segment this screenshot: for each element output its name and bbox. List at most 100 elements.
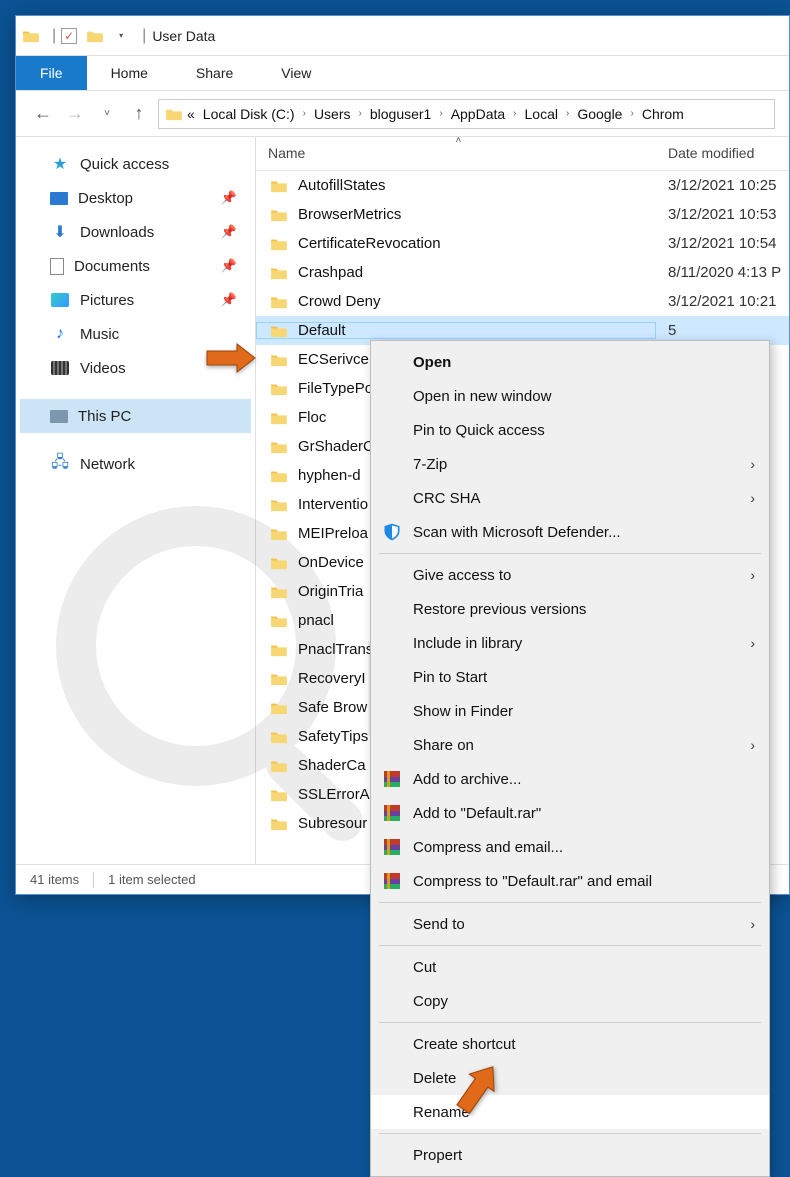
menu-compress-email[interactable]: Compress and email... [371, 830, 769, 864]
menu-label: Share on [413, 737, 474, 754]
folder-icon [270, 730, 288, 744]
nav-desktop[interactable]: Desktop 📌 [20, 181, 251, 215]
menu-compress-rar-email[interactable]: Compress to "Default.rar" and email [371, 864, 769, 898]
menu-open-new-window[interactable]: Open in new window [371, 379, 769, 413]
tab-share[interactable]: Share [172, 56, 257, 90]
menu-label: Copy [413, 993, 448, 1010]
folder-row[interactable]: CertificateRevocation3/12/2021 10:54 [256, 229, 789, 258]
window-title: User Data [152, 28, 215, 44]
submenu-arrow-icon: › [750, 635, 755, 651]
menu-label: Include in library [413, 635, 522, 652]
forward-button[interactable]: → [62, 101, 88, 127]
menu-pin-quick-access[interactable]: Pin to Quick access [371, 413, 769, 447]
breadcrumb-segment[interactable]: bloguser1 [370, 106, 432, 122]
menu-label: Cut [413, 959, 436, 976]
nav-downloads[interactable]: ⬇ Downloads 📌 [20, 215, 251, 249]
pin-icon: 📌 [221, 224, 237, 240]
menu-label: Propert [413, 1147, 462, 1164]
breadcrumb-segment[interactable]: Users [314, 106, 351, 122]
menu-add-archive[interactable]: Add to archive... [371, 762, 769, 796]
file-name: AutofillStates [298, 177, 386, 194]
menu-share-on[interactable]: Share on› [371, 728, 769, 762]
rar-icon [381, 768, 403, 790]
file-name: CertificateRevocation [298, 235, 441, 252]
folder-row[interactable]: AutofillStates 3/12/2021 10:25 [256, 171, 789, 200]
menu-copy[interactable]: Copy [371, 984, 769, 1018]
menu-show-finder[interactable]: Show in Finder [371, 694, 769, 728]
history-dropdown[interactable]: ˅ [94, 101, 120, 127]
title-bar: | ✓ ▾ | User Data [16, 16, 789, 56]
menu-label: Give access to [413, 567, 511, 584]
menu-label: Add to "Default.rar" [413, 805, 541, 822]
nav-music[interactable]: ♪ Music [20, 317, 251, 351]
tab-view[interactable]: View [257, 56, 335, 90]
menu-divider [379, 1022, 761, 1023]
menu-open[interactable]: Open [371, 345, 769, 379]
submenu-arrow-icon: › [750, 567, 755, 583]
column-date[interactable]: Date modified [656, 137, 789, 170]
file-date: 3/12/2021 10:21 [656, 293, 789, 310]
breadcrumb-segment[interactable]: Local Disk (C:) [203, 106, 295, 122]
menu-label: Pin to Quick access [413, 422, 545, 439]
menu-include-library[interactable]: Include in library › [371, 626, 769, 660]
nav-label: Desktop [78, 190, 133, 207]
folder-row[interactable]: BrowserMetrics3/12/2021 10:53 [256, 200, 789, 229]
folder-row[interactable]: Crashpad8/11/2020 4:13 P [256, 258, 789, 287]
menu-delete[interactable]: Delete [371, 1061, 769, 1095]
breadcrumb-ellipsis[interactable]: « [187, 106, 195, 122]
menu-defender-scan[interactable]: Scan with Microsoft Defender... [371, 515, 769, 549]
nav-label: Network [80, 456, 135, 473]
up-button[interactable]: ↑ [126, 101, 152, 127]
folder-icon [270, 759, 288, 773]
breadcrumb-segment[interactable]: Local [525, 106, 558, 122]
folder-icon [270, 382, 288, 396]
qa-dropdown-icon[interactable]: ▾ [112, 28, 130, 44]
menu-send-to[interactable]: Send to› [371, 907, 769, 941]
status-item-count: 41 items [30, 872, 79, 887]
menu-crc-sha[interactable]: CRC SHA› [371, 481, 769, 515]
folder-icon [270, 614, 288, 628]
menu-cut[interactable]: Cut [371, 950, 769, 984]
menu-give-access[interactable]: Give access to › [371, 558, 769, 592]
back-button[interactable]: ← [30, 101, 56, 127]
menu-properties[interactable]: Propert [371, 1138, 769, 1172]
check-toggle-icon[interactable]: ✓ [60, 28, 78, 44]
breadcrumb[interactable]: « Local Disk (C:)› Users› bloguser1› App… [158, 99, 775, 129]
menu-7zip[interactable]: 7-Zip› [371, 447, 769, 481]
breadcrumb-segment[interactable]: Google [577, 106, 622, 122]
menu-add-default-rar[interactable]: Add to "Default.rar" [371, 796, 769, 830]
nav-this-pc[interactable]: This PC [20, 399, 251, 433]
file-name: Crowd Deny [298, 293, 381, 310]
tab-file[interactable]: File [16, 56, 87, 90]
videos-icon [50, 358, 70, 378]
menu-pin-start[interactable]: Pin to Start [371, 660, 769, 694]
folder-row[interactable]: Crowd Deny 3/12/2021 10:21 [256, 287, 789, 316]
nav-quick-access[interactable]: ★ Quick access [20, 147, 251, 181]
nav-documents[interactable]: Documents 📌 [20, 249, 251, 283]
file-name: Interventio [298, 496, 368, 513]
file-date: 3/12/2021 10:25 [656, 177, 789, 194]
nav-network[interactable]: 🖧 Network [20, 447, 251, 481]
menu-restore-versions[interactable]: Restore previous versions [371, 592, 769, 626]
chevron-right-icon: › [566, 108, 569, 119]
tab-home[interactable]: Home [87, 56, 172, 90]
separator: | [52, 27, 56, 45]
shield-icon [381, 521, 403, 543]
column-name[interactable]: ˄ Name [256, 137, 656, 170]
menu-label: Restore previous versions [413, 601, 586, 618]
folder-icon [270, 295, 288, 309]
file-name: SSLErrorA [298, 786, 370, 803]
breadcrumb-segment[interactable]: AppData [451, 106, 505, 122]
nav-pictures[interactable]: Pictures 📌 [20, 283, 251, 317]
file-name: ECSerivce [298, 351, 369, 368]
breadcrumb-segment[interactable]: Chrom [642, 106, 684, 122]
rar-icon [381, 870, 403, 892]
folder-icon [270, 556, 288, 570]
menu-rename[interactable]: Rename [371, 1095, 769, 1129]
nav-videos[interactable]: Videos [20, 351, 251, 385]
file-name: Floc [298, 409, 326, 426]
submenu-arrow-icon: › [750, 456, 755, 472]
menu-create-shortcut[interactable]: Create shortcut [371, 1027, 769, 1061]
folder-icon [270, 208, 288, 222]
file-name: pnacl [298, 612, 334, 629]
